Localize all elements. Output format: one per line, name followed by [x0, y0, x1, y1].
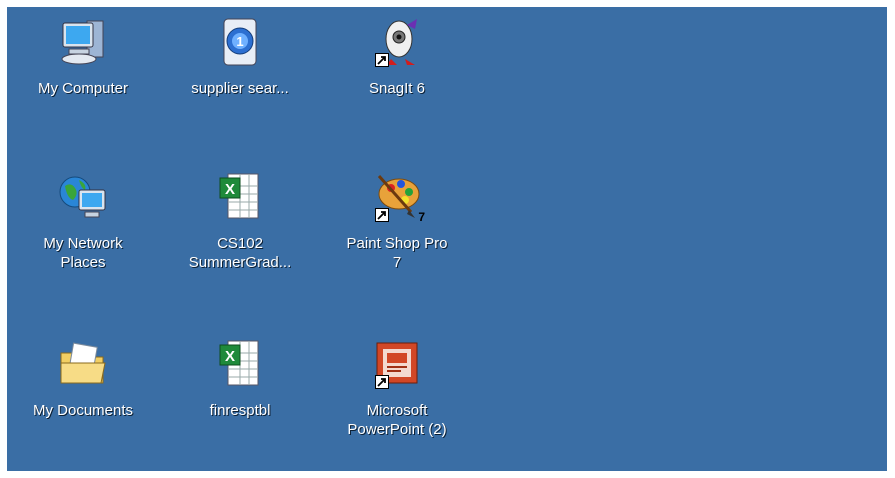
desktop-icon-supplier-search[interactable]: 1 supplier sear... — [165, 17, 315, 98]
snagit-icon — [371, 17, 423, 69]
desktop-icon-cs102-summergrad[interactable]: X CS102 SummerGrad... — [165, 172, 315, 272]
folder-icon — [57, 339, 109, 391]
desktop-icon-label: My Network Places — [43, 235, 123, 271]
desktop-icon-label: SnagIt 6 — [369, 80, 425, 97]
shortcut-arrow-icon — [375, 208, 389, 222]
desktop-icon-label: My Documents — [32, 402, 134, 419]
desktop-icon-my-documents[interactable]: My Documents — [8, 339, 158, 420]
network-places-icon — [57, 172, 109, 224]
desktop-icon-label: Microsoft PowerPoint (2) — [347, 402, 447, 438]
paintshop-icon: 7 — [371, 172, 425, 224]
computer-icon — [57, 17, 109, 69]
shortcut-arrow-icon — [375, 53, 389, 67]
desktop-icon-microsoft-powerpoint[interactable]: Microsoft PowerPoint (2) — [322, 339, 472, 439]
desktop-icon-paint-shop-pro[interactable]: 7 Paint Shop Pro 7 — [322, 172, 472, 272]
svg-text:X: X — [225, 181, 235, 198]
desktop-icon-label: supplier sear... — [191, 80, 289, 97]
desktop-icon-label: Paint Shop Pro 7 — [346, 235, 448, 271]
shortcut-arrow-icon — [375, 375, 389, 389]
powerpoint-icon — [371, 339, 423, 391]
excel-icon: X — [214, 172, 266, 224]
desktop-icon-my-network-places[interactable]: My Network Places — [8, 172, 158, 272]
desktop-icon-label: My Computer — [37, 80, 129, 97]
svg-text:1: 1 — [236, 34, 243, 49]
excel-icon: X — [214, 339, 266, 391]
desktop-icon-label: finresptbl — [209, 402, 271, 419]
document-icon: 1 — [214, 17, 266, 69]
desktop-icon-label: CS102 SummerGrad... — [188, 235, 292, 271]
desktop-icon-snagit[interactable]: SnagIt 6 — [322, 17, 472, 98]
svg-text:X: X — [225, 348, 235, 365]
desktop: My Computer 1 supplier sear... SnagIt 6 … — [7, 7, 887, 471]
version-badge: 7 — [418, 210, 425, 224]
desktop-icon-finresptbl[interactable]: X finresptbl — [165, 339, 315, 420]
desktop-icon-my-computer[interactable]: My Computer — [8, 17, 158, 98]
